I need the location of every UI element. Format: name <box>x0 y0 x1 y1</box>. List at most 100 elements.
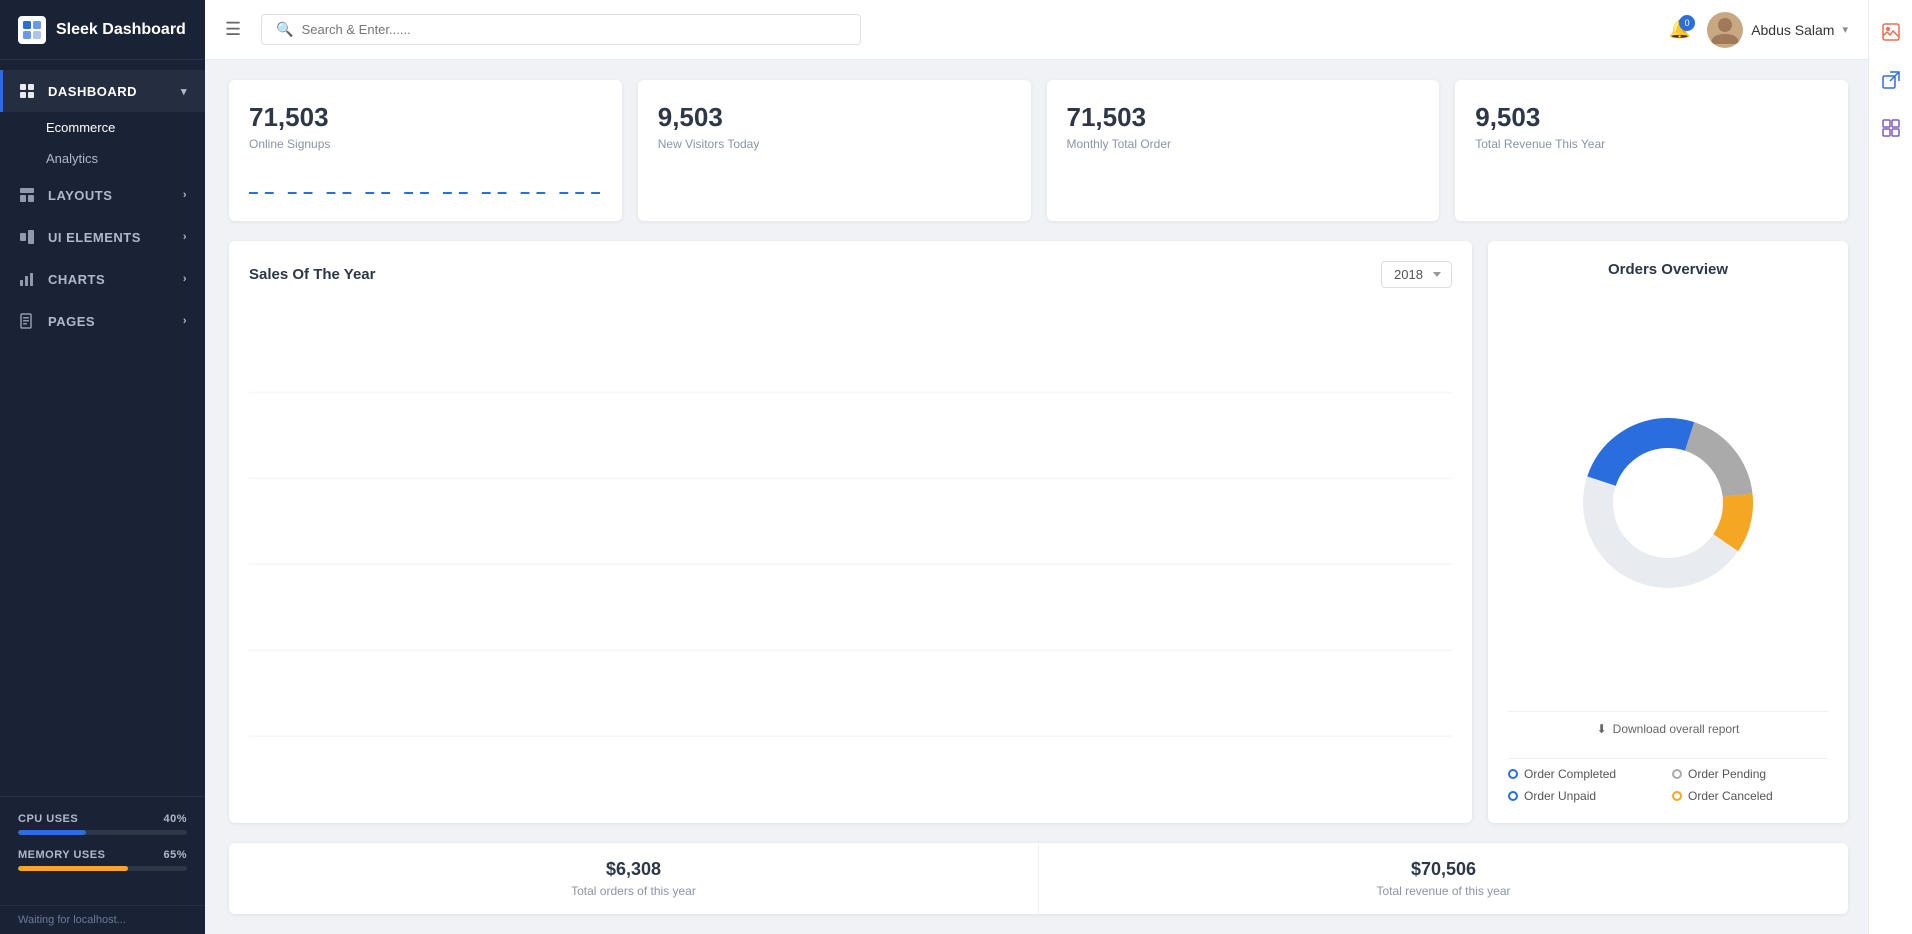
user-menu[interactable]: Abdus Salam ▾ <box>1707 12 1848 48</box>
legend-dot-completed <box>1508 769 1518 779</box>
legend-unpaid: Order Unpaid <box>1508 789 1664 803</box>
toolbar-btn-grid[interactable] <box>1875 112 1907 144</box>
content-area: 71,503 Online Signups <box>205 60 1868 934</box>
sidebar-item-pages[interactable]: PAGES › <box>0 300 205 342</box>
user-name: Abdus Salam <box>1751 22 1834 38</box>
sidebar-title: Sleek Dashboard <box>56 21 186 39</box>
legend-dot-pending <box>1672 769 1682 779</box>
orders-title: Orders Overview <box>1508 261 1828 278</box>
cpu-bar-fill <box>18 830 86 835</box>
sidebar-item-label-ui: UI ELEMENTS <box>48 230 141 245</box>
charts-row: Sales Of The Year 2018 2017 2016 2019 <box>229 241 1848 823</box>
search-input[interactable] <box>302 22 847 37</box>
sidebar-item-ecommerce[interactable]: Ecommerce <box>46 112 205 143</box>
sidebar-nav: DASHBOARD ▾ Ecommerce Analytics LAYOUTS <box>0 60 205 796</box>
sidebar-item-label-pages: PAGES <box>48 314 95 329</box>
memory-bar-fill <box>18 866 128 871</box>
stat-label-2: Monthly Total Order <box>1067 137 1420 151</box>
pages-chevron-icon: › <box>183 315 187 327</box>
stat-value-2: 71,503 <box>1067 102 1420 133</box>
bottom-stat-label-1: Total revenue of this year <box>1059 884 1828 898</box>
layouts-chevron-icon: › <box>183 189 187 201</box>
sidebar-item-charts[interactable]: CHARTS › <box>0 258 205 300</box>
search-box[interactable]: 🔍 <box>261 14 861 45</box>
main-content: ☰ 🔍 🔔 0 Abdus Salam ▾ <box>205 0 1868 934</box>
ui-elements-chevron-icon: › <box>183 231 187 243</box>
bottom-stat-1: $70,506 Total revenue of this year <box>1039 843 1848 914</box>
ui-elements-icon <box>18 228 36 246</box>
orders-legend: Order Completed Order Pending Order Unpa… <box>1508 758 1828 803</box>
legend-dot-unpaid <box>1508 791 1518 801</box>
stat-label-1: New Visitors Today <box>658 137 1011 151</box>
sidebar-item-label-layouts: LAYOUTS <box>48 188 112 203</box>
donut-container <box>1508 294 1828 711</box>
stat-label-0: Online Signups <box>249 137 602 151</box>
stats-row: 71,503 Online Signups <box>229 80 1848 221</box>
charts-icon <box>18 270 36 288</box>
stat-card-0: 71,503 Online Signups <box>229 80 622 221</box>
cpu-label: CPU USES <box>18 813 78 825</box>
sidebar: Sleek Dashboard DASHBOARD ▾ Ecommerce <box>0 0 205 934</box>
user-chevron-icon: ▾ <box>1842 23 1848 36</box>
bottom-stat-value-1: $70,506 <box>1059 859 1828 880</box>
sidebar-item-label-charts: CHARTS <box>48 272 105 287</box>
legend-canceled: Order Canceled <box>1672 789 1828 803</box>
dashboard-icon <box>18 82 36 100</box>
dashboard-subnav: Ecommerce Analytics <box>0 112 205 174</box>
stat-card-3: 9,503 Total Revenue This Year <box>1455 80 1848 221</box>
charts-chevron-icon: › <box>183 273 187 285</box>
stat-label-3: Total Revenue This Year <box>1475 137 1828 151</box>
orders-donut-chart <box>1568 403 1768 603</box>
logo-icon <box>18 16 46 44</box>
pages-icon <box>18 312 36 330</box>
sparkline-1 <box>658 175 1011 205</box>
year-select[interactable]: 2018 2017 2016 2019 <box>1381 261 1452 288</box>
sidebar-item-ui-elements[interactable]: UI ELEMENTS › <box>0 216 205 258</box>
topbar: ☰ 🔍 🔔 0 Abdus Salam ▾ <box>205 0 1868 60</box>
menu-icon[interactable]: ☰ <box>225 19 241 40</box>
sidebar-logo: Sleek Dashboard <box>0 0 205 60</box>
download-report-link[interactable]: ⬇ Download overall report <box>1508 711 1828 746</box>
topbar-right: 🔔 0 Abdus Salam ▾ <box>1669 12 1848 48</box>
sidebar-item-label-dashboard: DASHBOARD <box>48 84 137 99</box>
toolbar-btn-image[interactable] <box>1875 16 1907 48</box>
sparkline-3 <box>1475 175 1828 205</box>
stat-value-3: 9,503 <box>1475 102 1828 133</box>
cpu-value: 40% <box>163 813 187 825</box>
right-toolbar <box>1868 0 1912 934</box>
layouts-icon <box>18 186 36 204</box>
bottom-stat-0: $6,308 Total orders of this year <box>229 843 1039 914</box>
status-bar: Waiting for localhost... <box>0 905 205 934</box>
toolbar-btn-external[interactable] <box>1875 64 1907 96</box>
stat-card-2: 71,503 Monthly Total Order <box>1047 80 1440 221</box>
sales-card: Sales Of The Year 2018 2017 2016 2019 <box>229 241 1472 823</box>
cpu-uses-section: CPU USES 40% <box>18 813 187 835</box>
memory-value: 65% <box>163 849 187 861</box>
legend-dot-canceled <box>1672 791 1682 801</box>
memory-uses-section: MEMORY USES 65% <box>18 849 187 871</box>
sidebar-item-layouts[interactable]: LAYOUTS › <box>0 174 205 216</box>
cpu-bar-bg <box>18 830 187 835</box>
bottom-stat-label-0: Total orders of this year <box>249 884 1018 898</box>
sales-title: Sales Of The Year <box>249 266 375 283</box>
legend-pending: Order Pending <box>1672 767 1828 781</box>
memory-bar-bg <box>18 866 187 871</box>
sidebar-item-analytics[interactable]: Analytics <box>46 143 205 174</box>
stat-value-1: 9,503 <box>658 102 1011 133</box>
bottom-stats: $6,308 Total orders of this year $70,506… <box>229 843 1848 914</box>
legend-completed: Order Completed <box>1508 767 1664 781</box>
avatar <box>1707 12 1743 48</box>
sparkline-0 <box>249 175 602 205</box>
sidebar-bottom: CPU USES 40% MEMORY USES 65% <box>0 796 205 905</box>
sidebar-item-dashboard[interactable]: DASHBOARD ▾ <box>0 70 205 112</box>
dashboard-chevron-icon: ▾ <box>181 85 187 98</box>
memory-label: MEMORY USES <box>18 849 105 861</box>
stat-card-1: 9,503 New Visitors Today <box>638 80 1031 221</box>
search-icon: 🔍 <box>276 21 293 38</box>
sales-header: Sales Of The Year 2018 2017 2016 2019 <box>249 261 1452 288</box>
orders-footer: ⬇ Download overall report Order Complete… <box>1508 711 1828 803</box>
stat-value-0: 71,503 <box>249 102 602 133</box>
bottom-stat-value-0: $6,308 <box>249 859 1018 880</box>
notification-button[interactable]: 🔔 0 <box>1669 19 1691 40</box>
notification-badge: 0 <box>1679 15 1695 31</box>
